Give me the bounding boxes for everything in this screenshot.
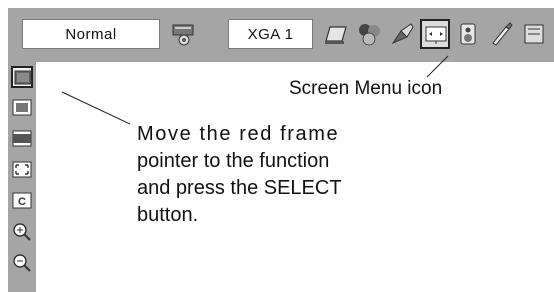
instruction-line: Move the red frame: [137, 123, 340, 145]
screen-menu-icon-caption: Screen Menu icon: [289, 78, 443, 99]
instruction-line: button.: [137, 204, 199, 226]
instruction-line: pointer to the function: [137, 150, 330, 172]
instruction-line: and press the SELECT: [137, 177, 342, 199]
instruction-text: Move the red frame pointer to the functi…: [137, 121, 387, 229]
